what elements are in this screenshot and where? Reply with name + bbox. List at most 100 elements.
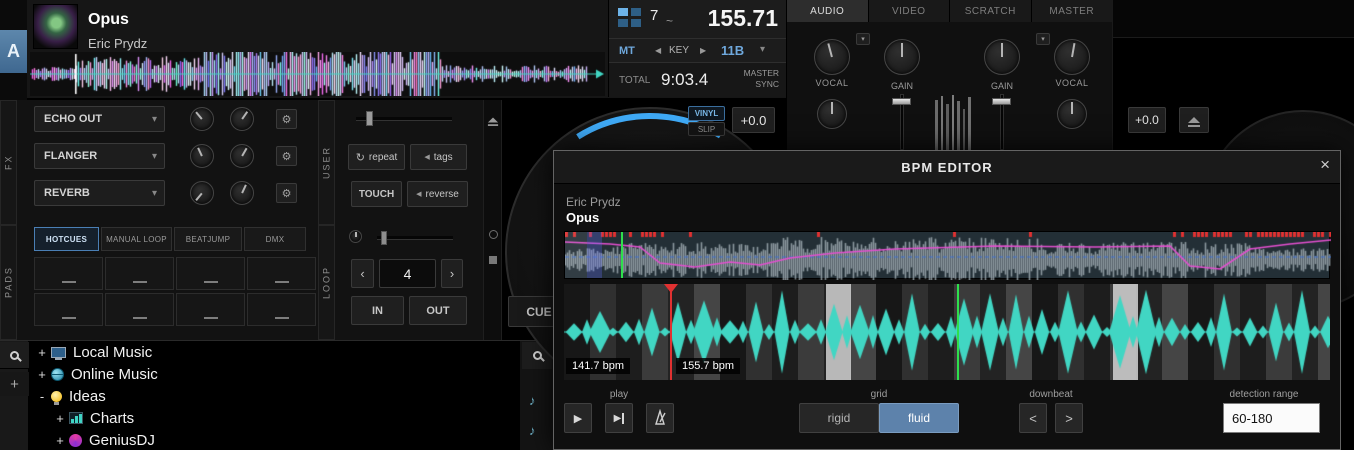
pads-tab-manual-loop[interactable]: MANUAL LOOP bbox=[101, 227, 172, 251]
pad-1[interactable] bbox=[34, 257, 103, 290]
downbeat-next-button[interactable]: > bbox=[1055, 403, 1083, 433]
deck-a-pitch-button[interactable]: +0.0 bbox=[732, 107, 775, 133]
tree-item-charts[interactable]: + Charts bbox=[29, 407, 505, 429]
deck-waveform-canvas[interactable] bbox=[30, 52, 605, 96]
master-sync-button[interactable]: MASTER SYNC bbox=[744, 68, 779, 90]
loop-in-button[interactable]: IN bbox=[351, 296, 404, 325]
tags-button[interactable]: ◀ tags bbox=[410, 144, 467, 170]
tree-item-geniusdj[interactable]: + GeniusDJ bbox=[29, 429, 505, 450]
fx-slot-select-1[interactable]: ECHO OUT ▾ bbox=[34, 106, 165, 132]
loop-double-button[interactable]: › bbox=[441, 259, 463, 288]
browser-add-button[interactable]: + bbox=[0, 372, 29, 396]
gain-knob-ch1[interactable] bbox=[884, 39, 920, 75]
fx3-settings-button[interactable]: ⚙ bbox=[276, 183, 297, 203]
expander[interactable]: + bbox=[53, 411, 67, 426]
vocal-knob2-right[interactable] bbox=[1057, 99, 1087, 129]
close-icon[interactable]: × bbox=[1320, 155, 1330, 175]
vocal-knob-left[interactable] bbox=[814, 39, 850, 75]
tree-label: Online Music bbox=[71, 366, 158, 383]
downbeat-prev-button[interactable]: < bbox=[1019, 403, 1047, 433]
mixer-tab-audio[interactable]: AUDIO bbox=[787, 0, 869, 22]
expander[interactable]: + bbox=[35, 367, 49, 382]
tags-label: tags bbox=[434, 152, 453, 163]
expander[interactable]: + bbox=[53, 433, 67, 448]
fx1-knob-1[interactable] bbox=[190, 107, 214, 131]
expander[interactable]: - bbox=[35, 389, 49, 404]
browser-search-button[interactable] bbox=[0, 342, 29, 369]
play-button[interactable]: ▶ bbox=[564, 403, 592, 433]
total-label[interactable]: TOTAL bbox=[619, 75, 650, 86]
pad-5[interactable] bbox=[34, 293, 103, 326]
mixer-tab-master[interactable]: MASTER bbox=[1032, 0, 1114, 22]
pad-2[interactable] bbox=[105, 257, 174, 290]
gain-fader-handle-ch2[interactable] bbox=[992, 98, 1011, 105]
play-next-button[interactable]: ▶ bbox=[605, 403, 633, 433]
pads-tab-beatjump[interactable]: BEATJUMP bbox=[174, 227, 242, 251]
loop-filter-knob[interactable] bbox=[349, 230, 362, 243]
key-prev-button[interactable]: ◀ bbox=[655, 46, 661, 55]
fx3-knob-2[interactable] bbox=[230, 181, 254, 205]
fx-slot-select-2[interactable]: FLANGER ▾ bbox=[34, 143, 165, 169]
loop-out-button[interactable]: OUT bbox=[409, 296, 467, 325]
fx1-knob-2[interactable] bbox=[230, 107, 254, 131]
expander[interactable]: + bbox=[35, 345, 49, 360]
deck-b-load-button[interactable] bbox=[1179, 107, 1209, 133]
vocal-knob-right[interactable] bbox=[1054, 39, 1090, 75]
key-next-button[interactable]: ▶ bbox=[700, 46, 706, 55]
stop-button[interactable] bbox=[489, 256, 497, 264]
deck-b-pitch-button[interactable]: +0.0 bbox=[1128, 107, 1166, 133]
tree-item-ideas[interactable]: - Ideas bbox=[29, 385, 505, 407]
pads-tab-dmx[interactable]: DMX bbox=[244, 227, 306, 251]
bpm-zoom-waveform[interactable]: 141.7 bpm 155.7 bpm bbox=[564, 284, 1330, 380]
record-button[interactable] bbox=[489, 230, 498, 239]
bpm-value[interactable]: 155.71 bbox=[708, 5, 778, 32]
deck-a-tab[interactable]: A bbox=[0, 30, 27, 73]
vocal-dropdown-right[interactable]: ▾ bbox=[1036, 33, 1050, 45]
pad-3[interactable] bbox=[176, 257, 245, 290]
tree-item-local-music[interactable]: + Local Music bbox=[29, 341, 505, 363]
vocal-dropdown-left[interactable]: ▾ bbox=[856, 33, 870, 45]
fx2-settings-button[interactable]: ⚙ bbox=[276, 146, 297, 166]
slip-mode-button[interactable]: SLIP bbox=[688, 122, 725, 136]
grid-rigid-button[interactable]: rigid bbox=[799, 403, 879, 433]
mixer-tab-video[interactable]: VIDEO bbox=[869, 0, 951, 22]
fx2-knob-1[interactable] bbox=[190, 144, 214, 168]
loop-slider-track[interactable] bbox=[377, 236, 453, 240]
key-chevron-icon[interactable]: ▾ bbox=[760, 44, 765, 55]
vocal-knob2-left[interactable] bbox=[817, 99, 847, 129]
pad-7[interactable] bbox=[176, 293, 245, 326]
pad-6[interactable] bbox=[105, 293, 174, 326]
deck-waveform[interactable] bbox=[30, 52, 605, 96]
fx-slot-name: REVERB bbox=[44, 187, 90, 199]
grid-fluid-button[interactable]: fluid bbox=[879, 403, 959, 433]
pads-tab-hotcues[interactable]: HOTCUES bbox=[34, 227, 99, 251]
bpm-overview-canvas[interactable] bbox=[565, 232, 1331, 280]
fx3-knob-1[interactable] bbox=[190, 181, 214, 205]
gain-knob-ch2[interactable] bbox=[984, 39, 1020, 75]
pad-8[interactable] bbox=[247, 293, 316, 326]
loop-half-button[interactable]: ‹ bbox=[351, 259, 374, 288]
deck-b-waveform[interactable] bbox=[1113, 0, 1354, 38]
loop-length-display[interactable]: 4 bbox=[379, 259, 436, 288]
tree-item-online-music[interactable]: + Online Music bbox=[29, 363, 505, 385]
mixer-tab-scratch[interactable]: SCRATCH bbox=[950, 0, 1032, 22]
touch-button[interactable]: TOUCH bbox=[351, 181, 402, 207]
sync-line1: MASTER bbox=[744, 68, 779, 78]
dialog-titlebar[interactable]: BPM EDITOR × bbox=[554, 151, 1340, 184]
mt-label[interactable]: MT bbox=[619, 45, 635, 57]
user-slider-handle[interactable] bbox=[366, 111, 373, 126]
reverse-button[interactable]: ◀ reverse bbox=[407, 181, 468, 207]
bpm-overview-waveform[interactable] bbox=[564, 231, 1330, 279]
loop-slider-handle[interactable] bbox=[381, 231, 387, 245]
eject-button[interactable] bbox=[487, 110, 499, 128]
metronome-button[interactable] bbox=[646, 403, 674, 433]
fx-slot-select-3[interactable]: REVERB ▾ bbox=[34, 180, 165, 206]
detection-range-input[interactable] bbox=[1223, 403, 1320, 433]
repeat-button[interactable]: ↻ repeat bbox=[348, 144, 405, 170]
key-value[interactable]: 11B bbox=[721, 43, 744, 58]
fx2-knob-2[interactable] bbox=[230, 144, 254, 168]
pad-4[interactable] bbox=[247, 257, 316, 290]
gain-fader-handle-ch1[interactable] bbox=[892, 98, 911, 105]
fx1-settings-button[interactable]: ⚙ bbox=[276, 109, 297, 129]
vinyl-mode-button[interactable]: VINYL bbox=[688, 106, 725, 121]
